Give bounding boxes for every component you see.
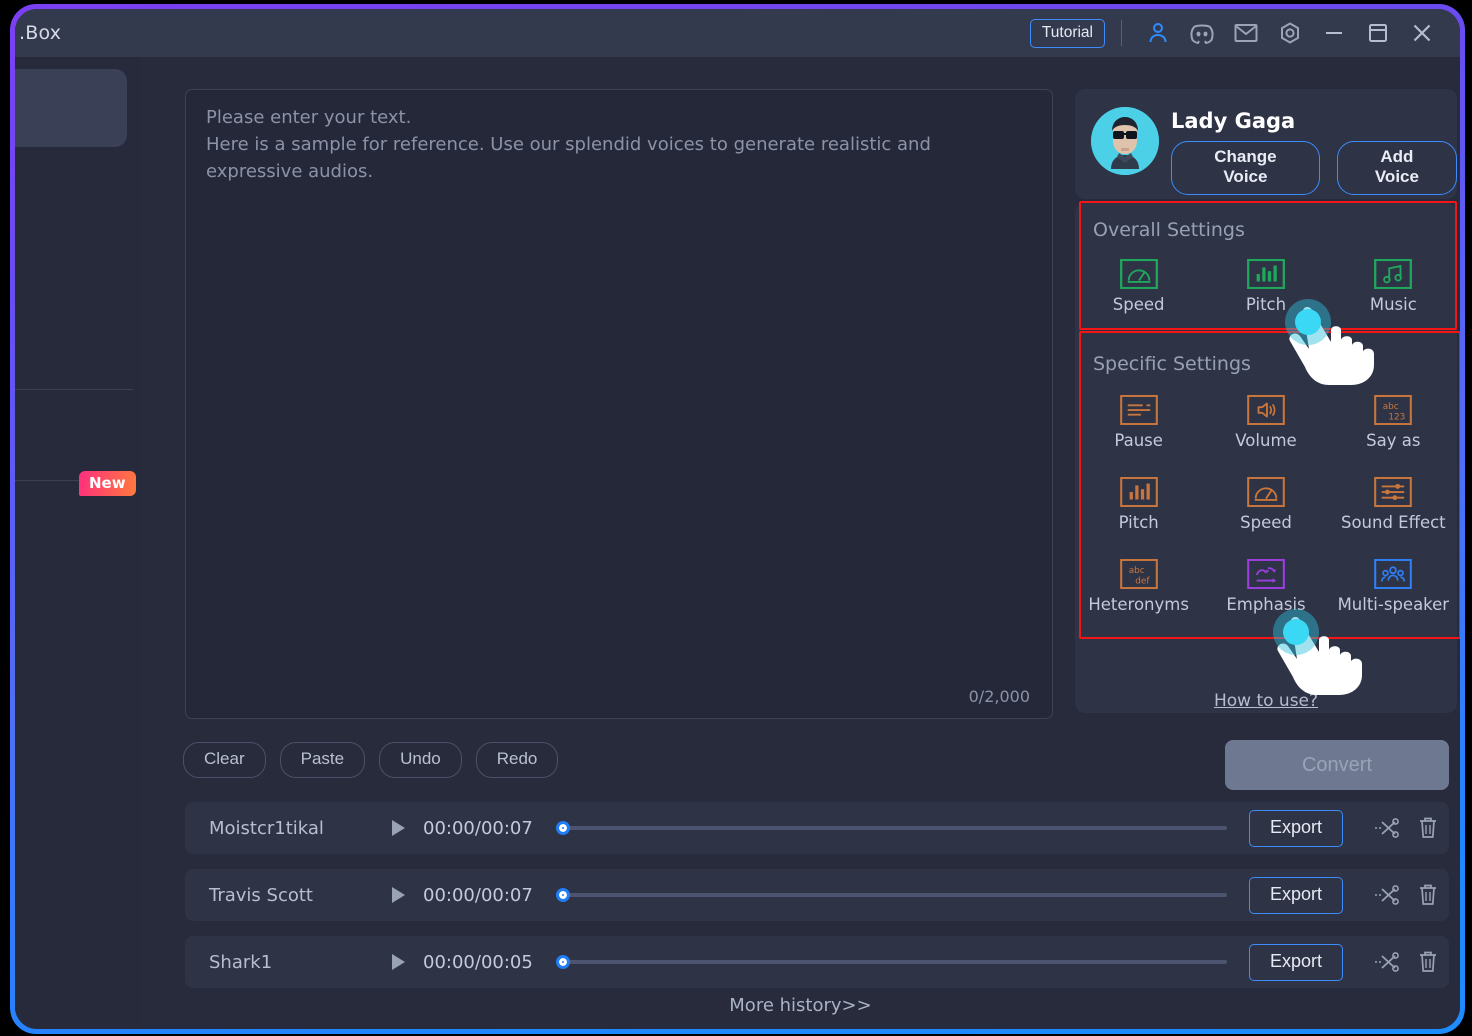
- placeholder-line-1: Please enter your text.: [206, 107, 412, 128]
- delete-icon[interactable]: [1407, 816, 1449, 840]
- add-voice-button[interactable]: Add Voice: [1336, 141, 1457, 195]
- clear-button[interactable]: Clear: [183, 742, 266, 778]
- more-history-link[interactable]: More history>>: [141, 995, 1460, 1016]
- sidebar-item-5[interactable]: g: [15, 505, 141, 561]
- avatar: [1091, 107, 1159, 175]
- titlebar: .Box Tutorial: [15, 9, 1460, 57]
- slider-knob[interactable]: [555, 955, 570, 969]
- character-count: 0/2,000: [968, 687, 1030, 706]
- overall-settings-highlight: [1079, 201, 1457, 330]
- history-time: 00:00/00:05: [423, 951, 533, 973]
- maximize-icon[interactable]: [1356, 13, 1400, 53]
- play-icon[interactable]: [385, 886, 411, 904]
- slider-knob[interactable]: [555, 821, 570, 835]
- sidebar: ech ech ch ech xt g: [15, 57, 141, 1029]
- export-button[interactable]: Export: [1248, 876, 1343, 914]
- sidebar-divider: [15, 389, 133, 390]
- minimize-icon[interactable]: [1312, 13, 1356, 53]
- discord-icon[interactable]: [1180, 13, 1224, 53]
- table-row[interactable]: Travis Scott 00:00/00:07 Export: [185, 869, 1449, 921]
- sidebar-item-2[interactable]: ch: [15, 245, 141, 301]
- table-row[interactable]: Moistcr1tikal 00:00/00:07 Export: [185, 802, 1449, 854]
- cut-icon[interactable]: [1365, 951, 1407, 973]
- placeholder-line-2: Here is a sample for reference. Use our …: [206, 134, 931, 182]
- export-button[interactable]: Export: [1248, 943, 1343, 981]
- slider-knob[interactable]: [555, 888, 570, 902]
- sidebar-item-0[interactable]: ech: [15, 69, 127, 147]
- sidebar-item-4[interactable]: xt: [15, 408, 141, 464]
- account-icon[interactable]: [1136, 13, 1180, 53]
- convert-button[interactable]: Convert: [1225, 740, 1449, 790]
- text-placeholder: Please enter your text. Here is a sample…: [206, 104, 1032, 185]
- history-name: Travis Scott: [209, 884, 313, 906]
- table-row[interactable]: Shark1 00:00/00:05 Export: [185, 936, 1449, 988]
- titlebar-divider: [1121, 20, 1122, 46]
- app-window: .Box Tutorial New Please enter your text…: [10, 4, 1465, 1034]
- mail-icon[interactable]: [1224, 13, 1268, 53]
- paste-button[interactable]: Paste: [279, 742, 366, 778]
- delete-icon[interactable]: [1407, 950, 1449, 974]
- settings-icon[interactable]: [1268, 13, 1312, 53]
- history-time: 00:00/00:07: [423, 817, 533, 839]
- voice-card: Lady Gaga Change Voice Add Voice: [1075, 89, 1457, 199]
- tutorial-button[interactable]: Tutorial: [1029, 18, 1105, 48]
- window-inner: .Box Tutorial New Please enter your text…: [15, 9, 1460, 1029]
- titlebar-actions: Tutorial: [1029, 13, 1460, 53]
- how-to-use-link[interactable]: How to use?: [1075, 691, 1457, 711]
- change-voice-button[interactable]: Change Voice: [1171, 141, 1320, 195]
- history-time: 00:00/00:07: [423, 884, 533, 906]
- export-button[interactable]: Export: [1248, 809, 1343, 847]
- main-content: Please enter your text. Here is a sample…: [141, 57, 1460, 1029]
- editor-buttons: Clear Paste Undo Redo: [183, 742, 559, 778]
- play-icon[interactable]: [385, 953, 411, 971]
- undo-button[interactable]: Undo: [379, 742, 462, 778]
- close-icon[interactable]: [1400, 13, 1444, 53]
- voice-name: Lady Gaga: [1171, 109, 1296, 133]
- cut-icon[interactable]: [1365, 884, 1407, 906]
- progress-slider[interactable]: [555, 955, 1227, 969]
- new-badge: New: [79, 471, 136, 496]
- history-name: Shark1: [209, 951, 273, 973]
- sidebar-item-1[interactable]: ech: [15, 161, 141, 217]
- progress-slider[interactable]: [555, 888, 1227, 902]
- play-icon[interactable]: [385, 819, 411, 837]
- sidebar-item-3[interactable]: ech: [15, 329, 141, 385]
- delete-icon[interactable]: [1407, 883, 1449, 907]
- text-input-area[interactable]: Please enter your text. Here is a sample…: [185, 89, 1053, 719]
- redo-button[interactable]: Redo: [475, 742, 559, 778]
- voice-actions: Change Voice Add Voice: [1171, 141, 1457, 195]
- specific-settings-highlight: [1079, 331, 1460, 639]
- cut-icon[interactable]: [1365, 817, 1407, 839]
- app-title: .Box: [19, 22, 62, 44]
- progress-slider[interactable]: [555, 821, 1227, 835]
- history-name: Moistcr1tikal: [209, 817, 324, 839]
